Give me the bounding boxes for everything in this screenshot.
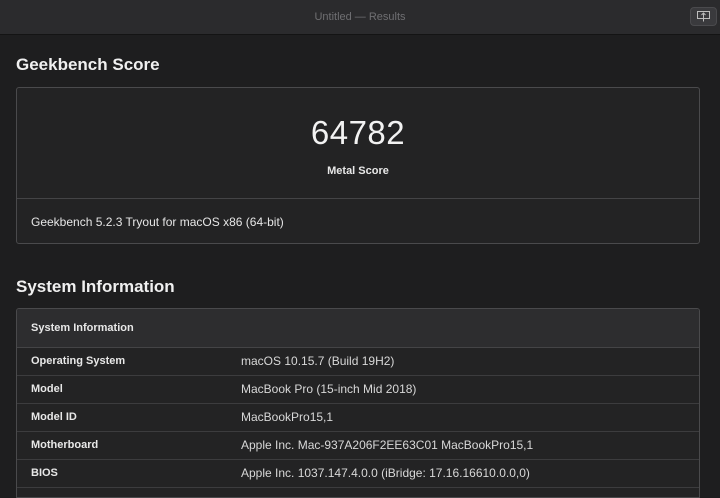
table-row: Model ID MacBookPro15,1: [17, 404, 699, 432]
row-key: BIOS: [31, 467, 58, 479]
row-key: Model ID: [31, 411, 77, 423]
share-button[interactable]: [690, 7, 717, 26]
system-information-table: System Information Operating System macO…: [16, 308, 700, 498]
window-title: Untitled — Results: [314, 11, 406, 23]
title-bar: Untitled — Results: [0, 0, 720, 35]
table-row: BIOS Apple Inc. 1037.147.4.0.0 (iBridge:…: [17, 460, 699, 488]
score-value: 64782: [310, 114, 406, 151]
score-display: 64782 Metal Score: [17, 88, 699, 199]
benchmark-version: Geekbench 5.2.3 Tryout for macOS x86 (64…: [31, 215, 284, 229]
system-information-heading: System Information: [16, 277, 175, 296]
row-key: Model: [31, 383, 63, 395]
row-key: Operating System: [31, 355, 126, 367]
score-label: Metal Score: [327, 165, 389, 177]
row-value: Apple Inc. Mac-937A206F2EE63C01 MacBookP…: [241, 438, 534, 452]
row-value: macOS 10.15.7 (Build 19H2): [241, 354, 395, 368]
row-value: MacBook Pro (15-inch Mid 2018): [241, 382, 417, 396]
geekbench-score-heading: Geekbench Score: [16, 55, 160, 74]
table-header: System Information: [17, 309, 699, 348]
table-row: Model MacBook Pro (15-inch Mid 2018): [17, 376, 699, 404]
row-value: MacBookPro15,1: [241, 410, 334, 424]
row-value: Apple Inc. 1037.147.4.0.0 (iBridge: 17.1…: [241, 466, 530, 480]
share-icon: [697, 11, 710, 22]
row-key: Motherboard: [31, 439, 99, 451]
score-panel: 64782 Metal Score Geekbench 5.2.3 Tryout…: [16, 87, 700, 244]
table-row: Motherboard Apple Inc. Mac-937A206F2EE63…: [17, 432, 699, 460]
table-header-label: System Information: [31, 322, 134, 334]
table-row: Operating System macOS 10.15.7 (Build 19…: [17, 348, 699, 376]
